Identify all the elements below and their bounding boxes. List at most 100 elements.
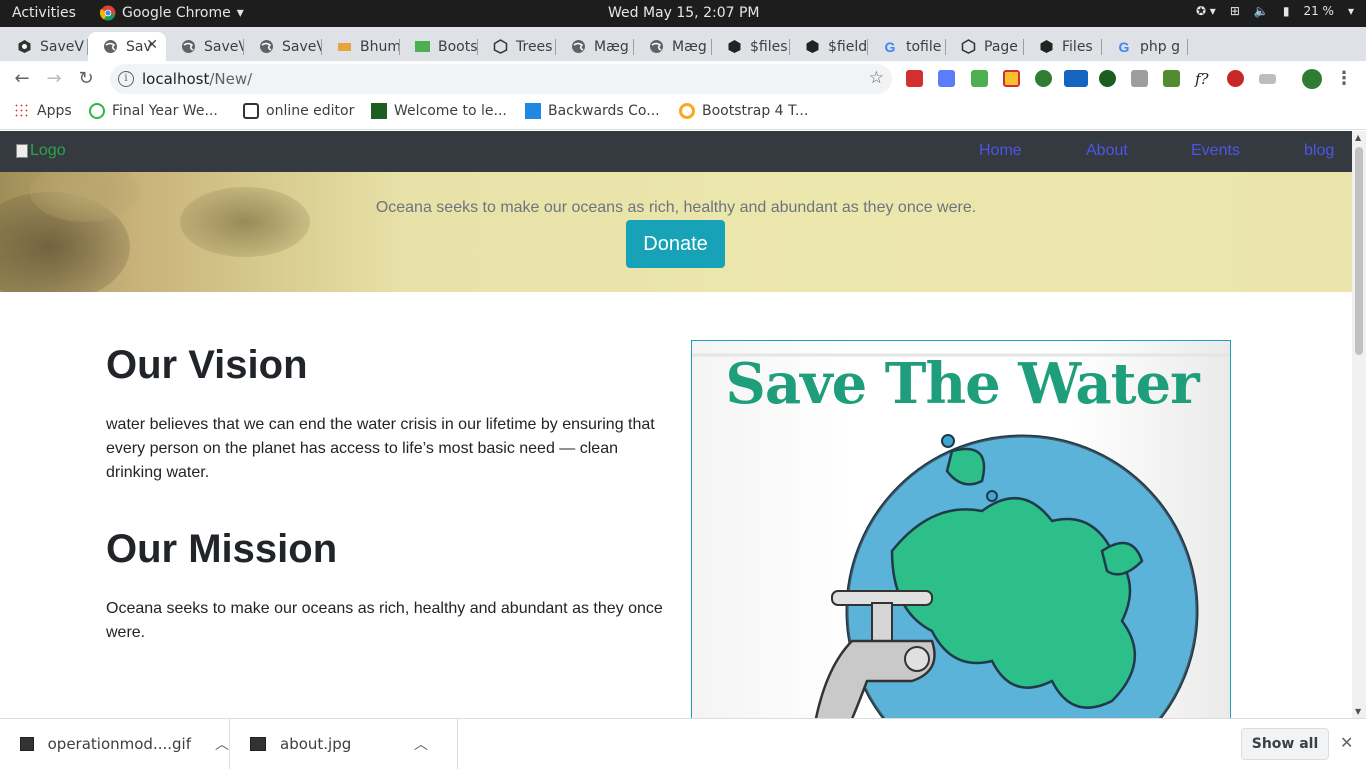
extension-red-icon[interactable] <box>906 70 923 87</box>
extension-new-icon[interactable] <box>1064 70 1088 87</box>
avatar[interactable] <box>1302 69 1322 89</box>
site-navbar: Logo Home About Events blog <box>0 131 1352 172</box>
chevron-down-icon: ▾ <box>236 5 244 21</box>
system-top-bar: Activities Google Chrome ▾ Wed May 15, 2… <box>0 0 1366 27</box>
whatsapp-icon <box>89 103 105 119</box>
url-text: localhost/New/ <box>142 70 253 88</box>
hex-icon <box>726 39 742 55</box>
globe-icon <box>16 39 32 55</box>
app-menu[interactable]: Google Chrome ▾ <box>100 5 244 21</box>
volume-icon: 🔈 <box>1253 4 1269 18</box>
function-icon[interactable]: f? <box>1195 70 1212 88</box>
tab-savev-2[interactable]: SaveV <box>166 32 244 61</box>
globe-icon <box>102 39 118 55</box>
chevron-down-icon: ▾ <box>1347 4 1354 18</box>
bookmark-star-icon[interactable]: ☆ <box>869 68 884 88</box>
hex-icon <box>804 39 820 55</box>
battery-icon: ▮ <box>1282 4 1290 18</box>
info-icon[interactable]: i <box>118 71 134 87</box>
tab-maeg-1[interactable]: Mæg <box>556 32 634 61</box>
wordpress-icon[interactable] <box>1099 70 1116 87</box>
bookmark-backwards[interactable]: Backwards Co... <box>525 103 660 119</box>
tab-active[interactable]: Sav ✕ <box>88 32 166 61</box>
tab-bhum[interactable]: Bhum <box>322 32 400 61</box>
bookmark-final-year[interactable]: Final Year We... <box>89 103 218 119</box>
network-icon: ⊞ <box>1229 4 1240 18</box>
bookmark-bootstrap[interactable]: Bootstrap 4 T... <box>679 103 808 119</box>
nav-blog[interactable]: blog <box>1304 142 1334 160</box>
evernote-icon[interactable] <box>1035 70 1052 87</box>
tab-trees[interactable]: Trees <box>478 32 556 61</box>
back-icon[interactable]: ← <box>10 67 34 91</box>
scroll-down-icon[interactable]: ▼ <box>1355 707 1361 716</box>
forward-icon[interactable]: → <box>42 67 66 91</box>
accessibility-icon[interactable]: ✪ ▾ <box>1196 4 1216 18</box>
bookmark-welcome[interactable]: Welcome to le... <box>371 103 507 119</box>
bookmarks-bar: Apps Final Year We... online editor Welc… <box>0 97 1366 130</box>
address-bar[interactable]: i localhost/New/ ☆ <box>110 64 892 94</box>
nav-events[interactable]: Events <box>1191 142 1240 160</box>
extension-eraser-icon[interactable] <box>1131 70 1148 87</box>
reload-icon[interactable]: ↻ <box>74 67 98 91</box>
bookmark-online-editor[interactable]: online editor <box>243 103 354 119</box>
chevron-up-icon[interactable]: ︿ <box>215 734 229 754</box>
file-icon <box>20 737 34 751</box>
scrollbar-thumb[interactable] <box>1355 147 1363 355</box>
tab-tofile[interactable]: Gtofile <box>868 32 946 61</box>
donate-button[interactable]: Donate <box>626 220 725 268</box>
hex-icon <box>492 39 508 55</box>
browser-toolbar: ← → ↻ i localhost/New/ ☆ f? ⋮ <box>0 61 1366 97</box>
tab-page[interactable]: Page <box>946 32 1024 61</box>
site-icon <box>525 103 541 119</box>
tab-files[interactable]: $files <box>712 32 790 61</box>
download-shelf: operationmod....gif ︿ about.jpg ︿ Show a… <box>0 718 1366 769</box>
clock[interactable]: Wed May 15, 2:07 PM <box>608 5 760 21</box>
apps-grid-icon <box>14 103 30 119</box>
close-icon[interactable]: ✕ <box>1340 733 1353 752</box>
bookmark-apps[interactable]: Apps <box>14 103 72 119</box>
extension-tag-icon[interactable] <box>1259 74 1276 84</box>
page-viewport: Logo Home About Events blog Oceana seeks… <box>0 131 1352 718</box>
tab-savev-3[interactable]: SaveV <box>244 32 322 61</box>
broken-image-icon <box>16 144 28 158</box>
download-item[interactable]: operationmod....gif ︿ <box>0 719 230 769</box>
translate-icon[interactable] <box>938 70 955 87</box>
hero-banner: Oceana seeks to make our oceans as rich,… <box>0 172 1352 292</box>
chevron-up-icon[interactable]: ︿ <box>414 734 428 754</box>
nav-home[interactable]: Home <box>979 142 1022 160</box>
mission-heading: Our Mission <box>106 527 338 571</box>
site-logo[interactable]: Logo <box>16 142 66 160</box>
extension-inbox-icon[interactable] <box>971 70 988 87</box>
chrome-icon <box>100 5 116 21</box>
extension-green-icon[interactable] <box>1163 70 1180 87</box>
vision-heading: Our Vision <box>106 343 308 387</box>
google-icon: G <box>884 38 896 55</box>
page-scrollbar[interactable]: ▲ ▼ <box>1352 131 1366 718</box>
tab-php[interactable]: Gphp g <box>1102 32 1188 61</box>
activities-button[interactable]: Activities <box>12 5 76 21</box>
hex-icon <box>960 39 976 55</box>
tab-maeg-2[interactable]: Mæg <box>634 32 712 61</box>
save-water-image: Save The Water <box>691 340 1231 718</box>
site-icon <box>371 103 387 119</box>
extension-shield-icon[interactable] <box>1003 70 1020 87</box>
menu-dots-icon[interactable]: ⋮ <box>1332 67 1356 91</box>
search-icon <box>679 103 695 119</box>
tab-files-2[interactable]: Files <box>1024 32 1102 61</box>
extension-ball-icon[interactable] <box>1227 70 1244 87</box>
scroll-up-icon[interactable]: ▲ <box>1355 133 1361 142</box>
vision-text: water believes that we can end the water… <box>106 416 655 481</box>
download-item[interactable]: about.jpg ︿ <box>230 719 458 769</box>
tab-boots[interactable]: Boots <box>400 32 478 61</box>
close-tab-icon[interactable]: ✕ <box>146 37 158 53</box>
system-tray[interactable]: ✪ ▾ ⊞ 🔈 ▮ 21 % ▾ <box>1196 4 1354 18</box>
hero-tagline: Oceana seeks to make our oceans as rich,… <box>375 199 977 216</box>
show-all-button[interactable]: Show all <box>1241 728 1329 760</box>
tab-strip: SaveV Sav ✕ SaveV SaveV Bhum Boots Trees … <box>0 27 1366 82</box>
tab-savev-1[interactable]: SaveV <box>2 32 88 61</box>
tab-field[interactable]: $field <box>790 32 868 61</box>
hex-icon <box>1038 39 1054 55</box>
app-name: Google Chrome <box>122 5 231 21</box>
nav-about[interactable]: About <box>1086 142 1128 160</box>
google-icon: G <box>1118 38 1130 55</box>
